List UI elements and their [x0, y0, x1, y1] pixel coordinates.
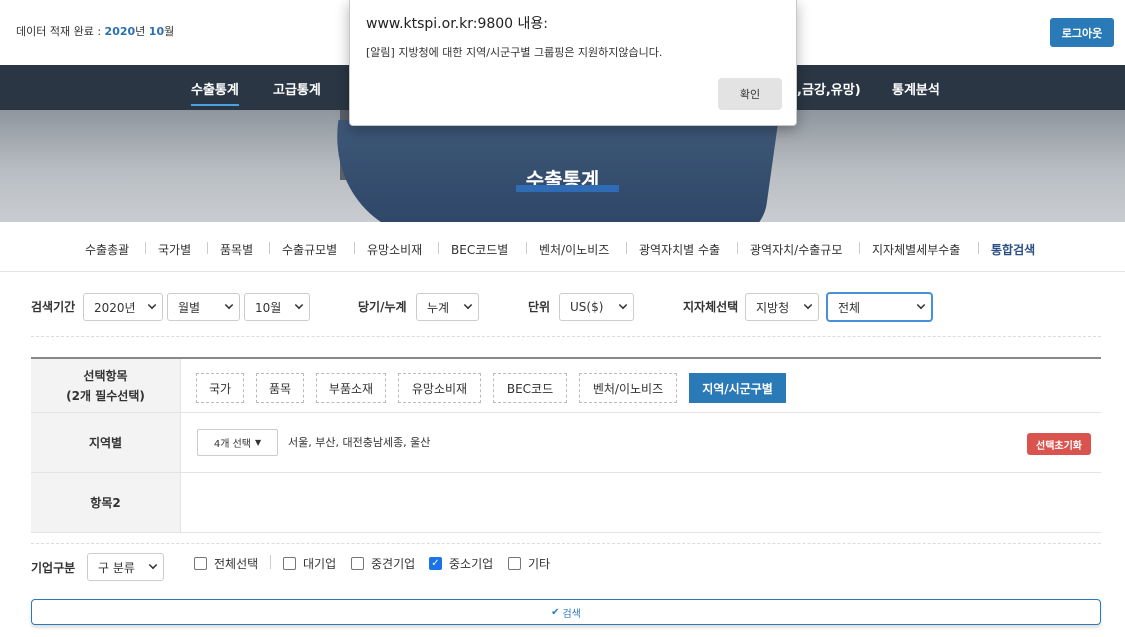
chevron-down-icon: [294, 300, 304, 310]
local-gov-label: 지자체선택: [683, 300, 739, 314]
divider: [626, 242, 627, 254]
local-type-select[interactable]: 지방청: [745, 293, 819, 321]
check-icon: ✔: [551, 606, 560, 618]
divider: [269, 242, 270, 254]
divider: [737, 242, 738, 254]
subnav-by-item[interactable]: 품목별: [220, 241, 253, 258]
divider: [31, 543, 1101, 544]
region-multiselect[interactable]: 4개 선택 ▼: [197, 429, 278, 456]
divider: [31, 336, 1101, 337]
subnav-regional-export[interactable]: 광역자치별 수출: [639, 241, 720, 258]
subnav-local-detail[interactable]: 지자체별세부수출: [872, 241, 960, 258]
chip-venture[interactable]: 벤처/이노비즈: [579, 373, 677, 403]
selected-regions: 서울, 부산, 대전충남세종, 울산: [288, 436, 431, 449]
reset-selection-button[interactable]: 선택초기화: [1027, 433, 1091, 455]
checkbox-sme[interactable]: ✓ 중소기업: [429, 555, 493, 572]
year-select[interactable]: 2020년: [83, 293, 163, 321]
subnav-promising-goods[interactable]: 유망소비재: [367, 241, 422, 258]
checkbox-checked[interactable]: ✓: [429, 557, 442, 570]
chevron-down-icon: [618, 300, 628, 310]
checkbox[interactable]: [283, 557, 296, 570]
chip-country[interactable]: 국가: [196, 373, 244, 403]
divider: [270, 555, 271, 569]
divider: [859, 242, 860, 254]
logout-button[interactable]: 로그아웃: [1050, 18, 1114, 47]
select-items-header: 선택항목 (2개 필수선택): [31, 359, 181, 412]
divider: [978, 242, 979, 254]
nav-advanced-stats[interactable]: 고급통계: [273, 79, 321, 98]
local-value-select[interactable]: 전체: [827, 293, 932, 321]
data-load-status: 데이터 적재 완료 : 2020년 10월: [16, 25, 175, 38]
subnav-regional-scale[interactable]: 광역자치/수출규모: [750, 241, 842, 258]
unit-label: 단위: [528, 300, 551, 314]
unit-select[interactable]: US($): [559, 293, 634, 321]
subnav-venture[interactable]: 벤처/이노비즈: [539, 241, 609, 258]
subnav-bec-code[interactable]: BEC코드별: [451, 241, 508, 258]
company-type-label: 기업구분: [31, 561, 76, 575]
chip-bec-code[interactable]: BEC코드: [493, 373, 567, 403]
divider: [438, 242, 439, 254]
checkbox[interactable]: [194, 557, 207, 570]
period-type-select[interactable]: 월별: [167, 293, 240, 321]
divider: [145, 242, 146, 254]
chevron-down-icon: [463, 300, 473, 310]
checkbox[interactable]: [508, 557, 521, 570]
chevron-down-icon: [916, 300, 926, 310]
subnav-integrated-search[interactable]: 통합검색: [991, 241, 1035, 258]
chip-promising-goods[interactable]: 유망소비재: [398, 373, 481, 403]
nav-export-stats[interactable]: 수출통계: [191, 79, 239, 106]
dialog-ok-button[interactable]: 확인: [718, 78, 782, 110]
checkbox-large-company[interactable]: 대기업: [283, 555, 336, 572]
nav-stats-analysis[interactable]: 통계분석: [892, 79, 940, 98]
search-button[interactable]: ✔ 검색: [31, 599, 1101, 625]
subnav-by-country[interactable]: 국가별: [158, 241, 191, 258]
region-header: 지역별: [31, 413, 181, 472]
dialog-message: [알림] 지방청에 대한 지역/시군구별 그룹핑은 지원하지않습니다.: [366, 46, 663, 59]
divider: [354, 242, 355, 254]
title-underline: [516, 185, 619, 192]
table-row: 선택항목 (2개 필수선택) 국가 품목 부품소재 유망소비재 BEC코드 벤처…: [31, 359, 1101, 413]
chevron-down-icon: [147, 300, 157, 310]
chevron-down-icon: [803, 300, 813, 310]
chevron-down-icon: [148, 560, 158, 570]
chevron-down-icon: [224, 300, 234, 310]
cumulative-label: 당기/누계: [358, 300, 407, 314]
divider: [207, 242, 208, 254]
chip-region-district[interactable]: 지역/시군구별: [689, 373, 786, 403]
chip-item[interactable]: 품목: [256, 373, 304, 403]
table-row: 항목2: [31, 473, 1101, 533]
chip-parts-material[interactable]: 부품소재: [316, 373, 386, 403]
checkbox[interactable]: [351, 557, 364, 570]
divider: [526, 242, 527, 254]
checkbox-select-all[interactable]: 전체선택: [194, 555, 258, 572]
hero-banner: 수출통계: [0, 110, 1125, 222]
dialog-title: www.ktspi.or.kr:9800 내용:: [366, 16, 549, 32]
classification-select[interactable]: 구 분류: [87, 553, 164, 581]
alert-dialog: www.ktspi.or.kr:9800 내용: [알림] 지방청에 대한 지역…: [349, 0, 797, 126]
period-label: 검색기간: [31, 300, 76, 314]
nav-steel-promising[interactable]: ,금강,유망): [797, 79, 861, 98]
checkbox-other[interactable]: 기타: [508, 555, 550, 572]
sub-navigation: 수출총괄 국가별 품목별 수출규모별 유망소비재 BEC코드별 벤처/이노비즈 …: [0, 222, 1125, 272]
selection-table: 선택항목 (2개 필수선택) 국가 품목 부품소재 유망소비재 BEC코드 벤처…: [31, 357, 1101, 533]
table-row: 지역별 4개 선택 ▼ 서울, 부산, 대전충남세종, 울산 선택초기화: [31, 413, 1101, 473]
subnav-export-summary[interactable]: 수출총괄: [85, 241, 129, 258]
caret-down-icon: ▼: [255, 438, 262, 447]
subnav-by-scale[interactable]: 수출규모별: [282, 241, 337, 258]
month-select[interactable]: 10월: [244, 293, 310, 321]
item2-header: 항목2: [31, 473, 181, 532]
checkbox-midsize-company[interactable]: 중견기업: [351, 555, 415, 572]
cumulative-select[interactable]: 누계: [416, 293, 479, 321]
